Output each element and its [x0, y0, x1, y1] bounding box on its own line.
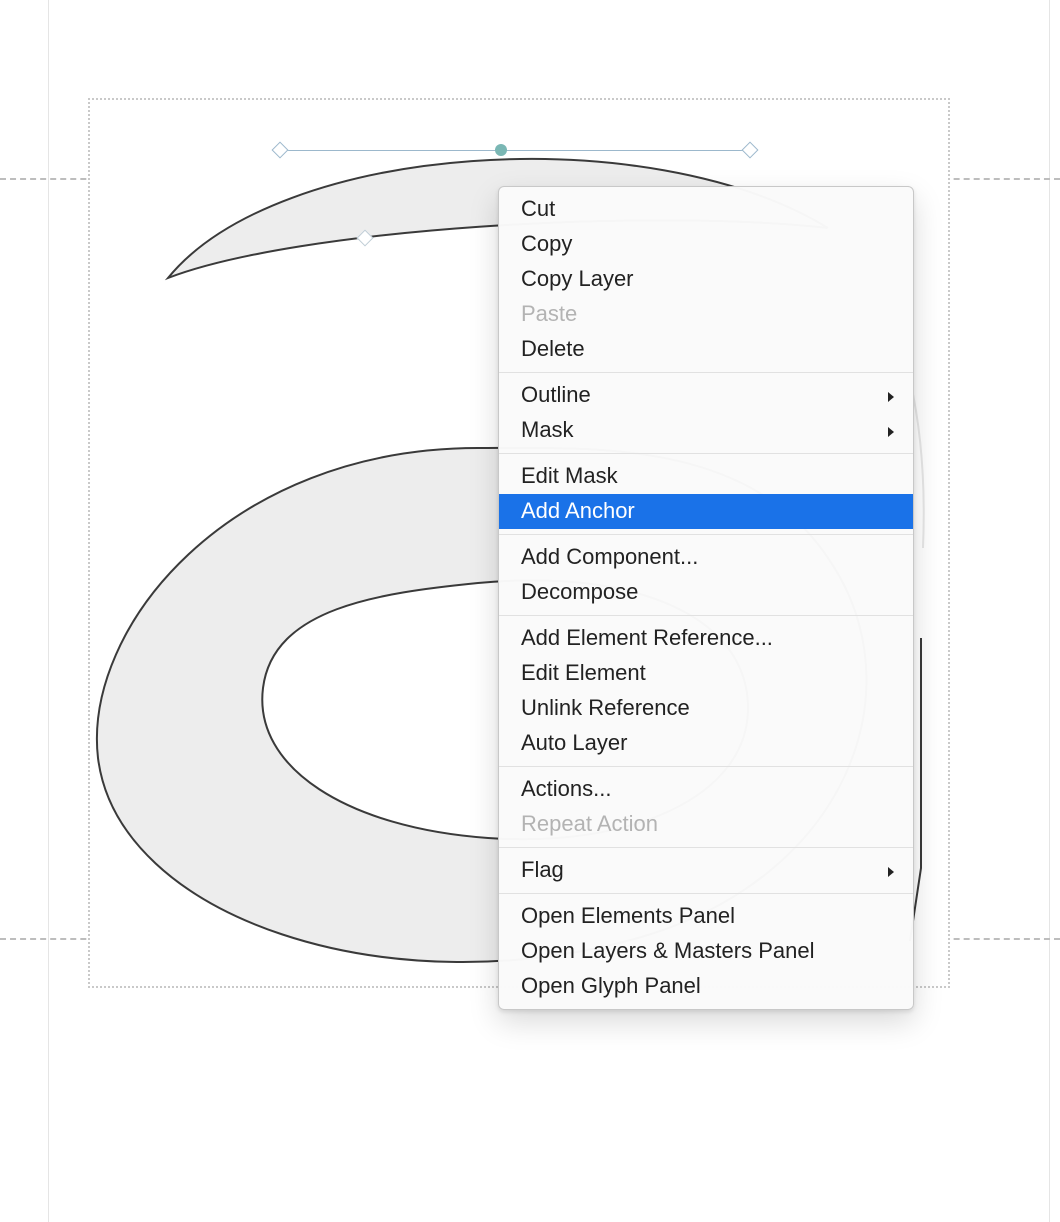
- menu-item-label: Auto Layer: [521, 730, 627, 755]
- menu-separator: [499, 847, 913, 848]
- menu-item-paste: Paste: [499, 297, 913, 332]
- menu-item-cut[interactable]: Cut: [499, 192, 913, 227]
- menu-item-mask[interactable]: Mask: [499, 413, 913, 448]
- selection-handles[interactable]: [280, 150, 750, 170]
- menu-item-label: Open Glyph Panel: [521, 973, 701, 998]
- menu-item-label: Copy Layer: [521, 266, 634, 291]
- menu-item-label: Actions...: [521, 776, 611, 801]
- context-menu[interactable]: Cut Copy Copy Layer Paste Delete Outline Mask E…: [498, 186, 914, 1010]
- menu-item-copy-layer[interactable]: Copy Layer: [499, 262, 913, 297]
- menu-item-label: Open Layers & Masters Panel: [521, 938, 814, 963]
- menu-item-open-elements-panel[interactable]: Open Elements Panel: [499, 899, 913, 934]
- menu-item-label: Flag: [521, 857, 564, 882]
- menu-item-label: Edit Element: [521, 660, 646, 685]
- menu-item-label: Delete: [521, 336, 585, 361]
- menu-item-label: Add Element Reference...: [521, 625, 773, 650]
- menu-item-edit-element[interactable]: Edit Element: [499, 656, 913, 691]
- menu-item-label: Repeat Action: [521, 811, 658, 836]
- menu-item-label: Copy: [521, 231, 572, 256]
- menu-item-label: Mask: [521, 417, 574, 442]
- menu-item-decompose[interactable]: Decompose: [499, 575, 913, 610]
- menu-item-label: Add Anchor: [521, 498, 635, 523]
- ruler-guide-right: [1049, 0, 1050, 1222]
- menu-item-label: Paste: [521, 301, 577, 326]
- menu-item-label: Decompose: [521, 579, 638, 604]
- menu-item-label: Unlink Reference: [521, 695, 690, 720]
- submenu-arrow-icon: [885, 860, 897, 882]
- menu-item-edit-mask[interactable]: Edit Mask: [499, 459, 913, 494]
- menu-item-outline[interactable]: Outline: [499, 378, 913, 413]
- menu-item-label: Edit Mask: [521, 463, 618, 488]
- menu-item-copy[interactable]: Copy: [499, 227, 913, 262]
- ruler-guide-left: [48, 0, 49, 1222]
- menu-item-label: Open Elements Panel: [521, 903, 735, 928]
- menu-item-actions[interactable]: Actions...: [499, 772, 913, 807]
- menu-separator: [499, 766, 913, 767]
- handle-oncurve-point[interactable]: [495, 144, 507, 156]
- menu-item-open-layers-panel[interactable]: Open Layers & Masters Panel: [499, 934, 913, 969]
- menu-item-auto-layer[interactable]: Auto Layer: [499, 726, 913, 761]
- menu-item-label: Add Component...: [521, 544, 698, 569]
- menu-item-add-element-ref[interactable]: Add Element Reference...: [499, 621, 913, 656]
- menu-separator: [499, 453, 913, 454]
- menu-item-label: Cut: [521, 196, 555, 221]
- selection-tangent-line: [280, 150, 750, 151]
- menu-item-repeat-action: Repeat Action: [499, 807, 913, 842]
- submenu-arrow-icon: [885, 385, 897, 407]
- menu-separator: [499, 372, 913, 373]
- submenu-arrow-icon: [885, 420, 897, 442]
- menu-item-add-anchor[interactable]: Add Anchor: [499, 494, 913, 529]
- menu-item-flag[interactable]: Flag: [499, 853, 913, 888]
- menu-item-unlink-ref[interactable]: Unlink Reference: [499, 691, 913, 726]
- menu-item-open-glyph-panel[interactable]: Open Glyph Panel: [499, 969, 913, 1004]
- menu-separator: [499, 893, 913, 894]
- menu-item-delete[interactable]: Delete: [499, 332, 913, 367]
- menu-separator: [499, 534, 913, 535]
- menu-separator: [499, 615, 913, 616]
- menu-item-label: Outline: [521, 382, 591, 407]
- menu-item-add-component[interactable]: Add Component...: [499, 540, 913, 575]
